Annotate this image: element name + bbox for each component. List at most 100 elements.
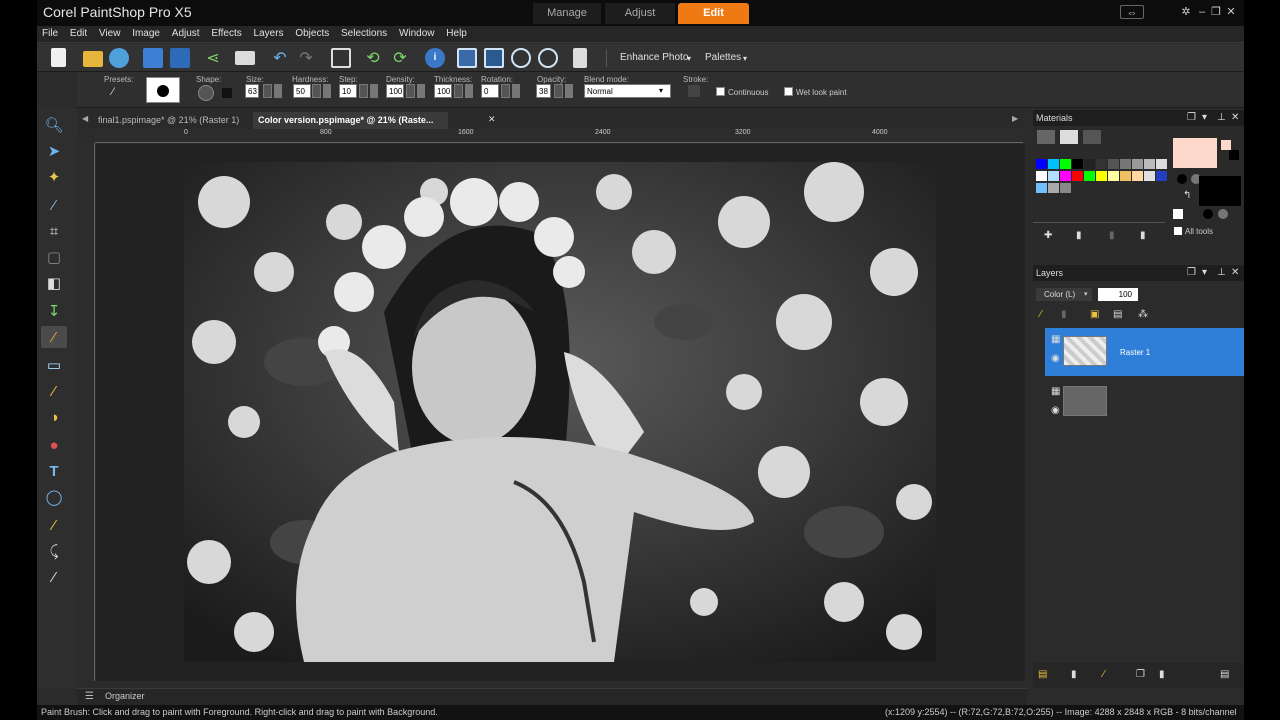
swatch-options-icon[interactable]: ▮ — [1140, 230, 1146, 241]
stroke-icon[interactable] — [688, 85, 700, 97]
link-layers-icon[interactable]: ⁂ — [1138, 309, 1148, 320]
density-input[interactable]: 100 — [386, 84, 404, 98]
paint-brush-tool-icon[interactable]: ⁄ — [41, 326, 67, 348]
crop-tool-icon[interactable]: ⌗ — [41, 220, 67, 242]
menu-layers[interactable]: Layers — [254, 26, 284, 42]
rainbow-tab-icon[interactable] — [1060, 130, 1078, 144]
zoom-in-icon[interactable] — [538, 48, 558, 68]
size-input[interactable]: 63 — [245, 84, 259, 98]
panel-pin-icon[interactable]: ⊥ — [1217, 112, 1226, 123]
swap-colors-icon[interactable]: ↰ — [1183, 190, 1191, 201]
redo-icon[interactable]: ↷ — [296, 48, 316, 68]
minimize-icon[interactable]: – — [1195, 5, 1209, 19]
hardness-input[interactable]: 50 — [293, 84, 311, 98]
thickness-input[interactable]: 100 — [434, 84, 452, 98]
all-tools-checkbox[interactable] — [1174, 227, 1182, 235]
flood-fill-icon[interactable]: ● — [41, 434, 67, 456]
fg-mini-swatch[interactable] — [1221, 140, 1231, 150]
swatch[interactable] — [1108, 159, 1119, 169]
organizer-icon[interactable]: ☰ — [85, 691, 94, 702]
brush-icon[interactable]: ⁄ — [1040, 309, 1042, 320]
photo-canvas[interactable] — [184, 162, 936, 662]
info-icon[interactable]: i — [425, 48, 445, 68]
pick-tool-icon[interactable]: ➤ — [41, 140, 67, 162]
save-as-icon[interactable] — [170, 48, 190, 68]
swatch[interactable] — [1060, 171, 1071, 181]
layer-row-background[interactable]: ▦ ◉ — [1045, 378, 1244, 426]
enhance-photo-menu[interactable]: Enhance Photo — [620, 52, 688, 63]
rotation-spinner[interactable] — [501, 84, 510, 98]
size-dropdown[interactable] — [274, 84, 282, 98]
layer-opacity-input[interactable]: 100 — [1098, 288, 1138, 301]
swatch[interactable] — [1060, 159, 1071, 169]
swatch[interactable] — [1156, 159, 1167, 169]
adjust-layer-icon[interactable]: ⁄ — [1103, 669, 1105, 680]
panel-restore-icon[interactable]: ❐ — [1187, 267, 1196, 278]
step-spinner[interactable] — [359, 84, 368, 98]
menu-effects[interactable]: Effects — [211, 26, 241, 42]
hardness-dropdown[interactable] — [323, 84, 331, 98]
swatch[interactable] — [1048, 159, 1059, 169]
delete-swatch-icon[interactable]: ▮ — [1109, 230, 1115, 241]
brush-tip-preview[interactable] — [146, 77, 180, 103]
share-icon[interactable]: ⋖ — [203, 48, 223, 68]
opacity-input[interactable]: 38 — [536, 84, 551, 98]
swatch[interactable] — [1156, 171, 1167, 181]
swatch[interactable] — [1072, 171, 1083, 181]
close-icon[interactable]: ✕ — [1224, 5, 1238, 19]
text-tool-icon[interactable]: T — [41, 460, 67, 482]
settings-icon[interactable]: ✲ — [1179, 5, 1193, 19]
fit-window-icon[interactable] — [484, 48, 504, 68]
background-color-swatch[interactable] — [1199, 176, 1241, 206]
swatch[interactable] — [1036, 183, 1047, 193]
browse-icon[interactable] — [109, 48, 129, 68]
rotation-input[interactable]: 0 — [481, 84, 499, 98]
lighten-darken-icon[interactable]: ◑ — [41, 406, 67, 428]
swatch[interactable] — [1132, 159, 1143, 169]
continuous-checkbox[interactable] — [716, 87, 725, 96]
scroll-right-icon[interactable]: ▶ — [1012, 114, 1018, 123]
swatch[interactable] — [1072, 159, 1083, 169]
tab-final1[interactable]: final1.pspimage* @ 21% (Raster 1) — [93, 112, 253, 129]
scroll-left-icon[interactable]: ◀ — [82, 114, 88, 123]
print-icon[interactable] — [235, 51, 255, 65]
blend-mode-select[interactable]: Normal — [584, 84, 671, 98]
square-shape-button[interactable] — [222, 88, 232, 98]
swatch[interactable] — [1120, 171, 1131, 181]
visibility-eye-icon[interactable]: ◉ — [1051, 405, 1060, 416]
tab-color-version[interactable]: Color version.pspimage* @ 21% (Raste... — [253, 112, 448, 129]
duplicate-layer-icon[interactable]: ❐ — [1136, 669, 1145, 680]
add-swatch-icon[interactable]: ✚ — [1044, 230, 1052, 241]
makeover-icon[interactable]: ↧ — [41, 300, 67, 322]
swatch[interactable] — [1132, 171, 1143, 181]
actual-size-icon[interactable] — [457, 48, 477, 68]
new-layer-icon[interactable]: ▤ — [1038, 669, 1047, 680]
menu-adjust[interactable]: Adjust — [172, 26, 200, 42]
new-file-icon[interactable] — [51, 48, 66, 67]
organizer-label[interactable]: Organizer — [105, 691, 145, 701]
tab-manage[interactable]: Manage — [533, 3, 601, 24]
swap-icon[interactable]: ⇔ — [1120, 5, 1144, 19]
step-dropdown[interactable] — [370, 84, 378, 98]
panel-restore-icon[interactable]: ❐ — [1187, 112, 1196, 123]
close-tab-icon[interactable]: ✕ — [488, 114, 496, 125]
round-shape-button[interactable] — [198, 85, 214, 101]
fg-texture-icon[interactable] — [1177, 174, 1187, 184]
new-swatch-icon[interactable]: ▮ — [1076, 230, 1082, 241]
straighten-icon[interactable]: ▢ — [41, 246, 67, 268]
step-input[interactable]: 10 — [339, 84, 357, 98]
menu-file[interactable]: File — [42, 26, 58, 42]
delete-layer-icon[interactable]: ▮ — [1159, 669, 1165, 680]
swatch[interactable] — [1048, 183, 1059, 193]
bg-mini-swatch[interactable] — [1229, 150, 1239, 160]
save-icon[interactable] — [143, 48, 163, 68]
swatch[interactable] — [1120, 159, 1131, 169]
undo-icon[interactable]: ↶ — [270, 48, 290, 68]
crop-to-icon[interactable] — [331, 48, 351, 68]
menu-view[interactable]: View — [99, 26, 121, 42]
swatch[interactable] — [1084, 159, 1095, 169]
size-spinner[interactable] — [263, 84, 272, 98]
opacity-dropdown[interactable] — [565, 84, 573, 98]
rotation-dropdown[interactable] — [512, 84, 520, 98]
bg-transparent-icon[interactable] — [1218, 209, 1228, 219]
